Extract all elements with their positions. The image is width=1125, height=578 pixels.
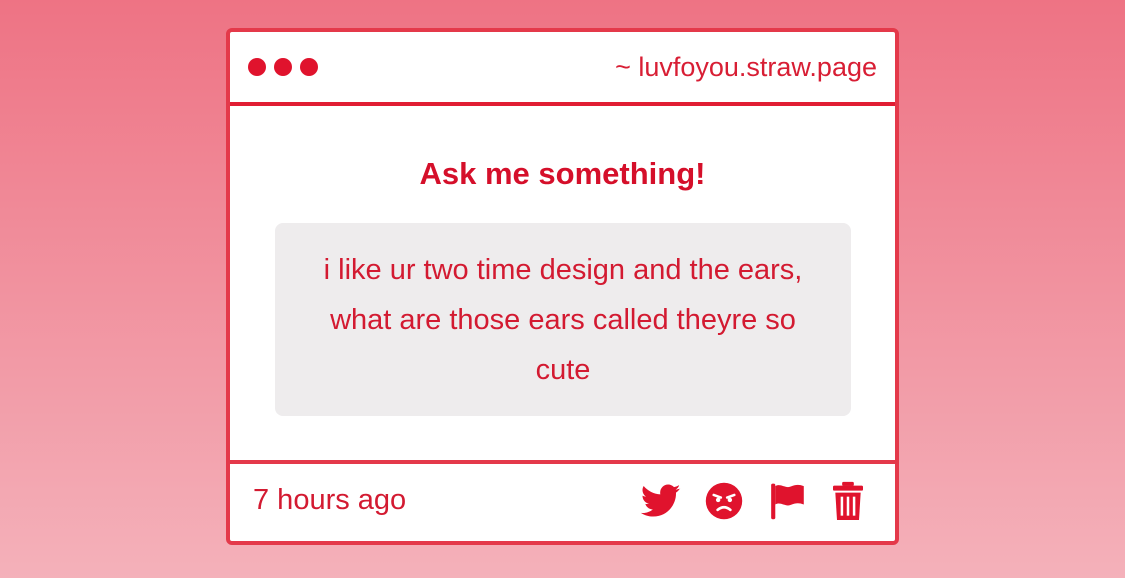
trash-icon[interactable]	[831, 481, 865, 521]
window-dot	[274, 58, 292, 76]
window-dot	[248, 58, 266, 76]
twitter-icon[interactable]	[641, 484, 681, 518]
page-title: Ask me something!	[419, 156, 706, 191]
question-box: i like ur two time design and the ears, …	[275, 223, 851, 416]
ask-card: ~ luvfoyou.straw.page Ask me something! …	[226, 28, 899, 545]
window-titlebar: ~ luvfoyou.straw.page	[230, 32, 895, 106]
angry-face-icon[interactable]	[705, 482, 743, 520]
page-url[interactable]: ~ luvfoyou.straw.page	[615, 52, 877, 83]
window-dot	[300, 58, 318, 76]
question-text: i like ur two time design and the ears, …	[323, 253, 803, 386]
card-footer: 7 hours ago	[230, 460, 895, 541]
timestamp: 7 hours ago	[253, 484, 407, 516]
window-dots	[248, 58, 318, 76]
action-bar	[641, 481, 865, 521]
flag-icon[interactable]	[767, 482, 807, 520]
